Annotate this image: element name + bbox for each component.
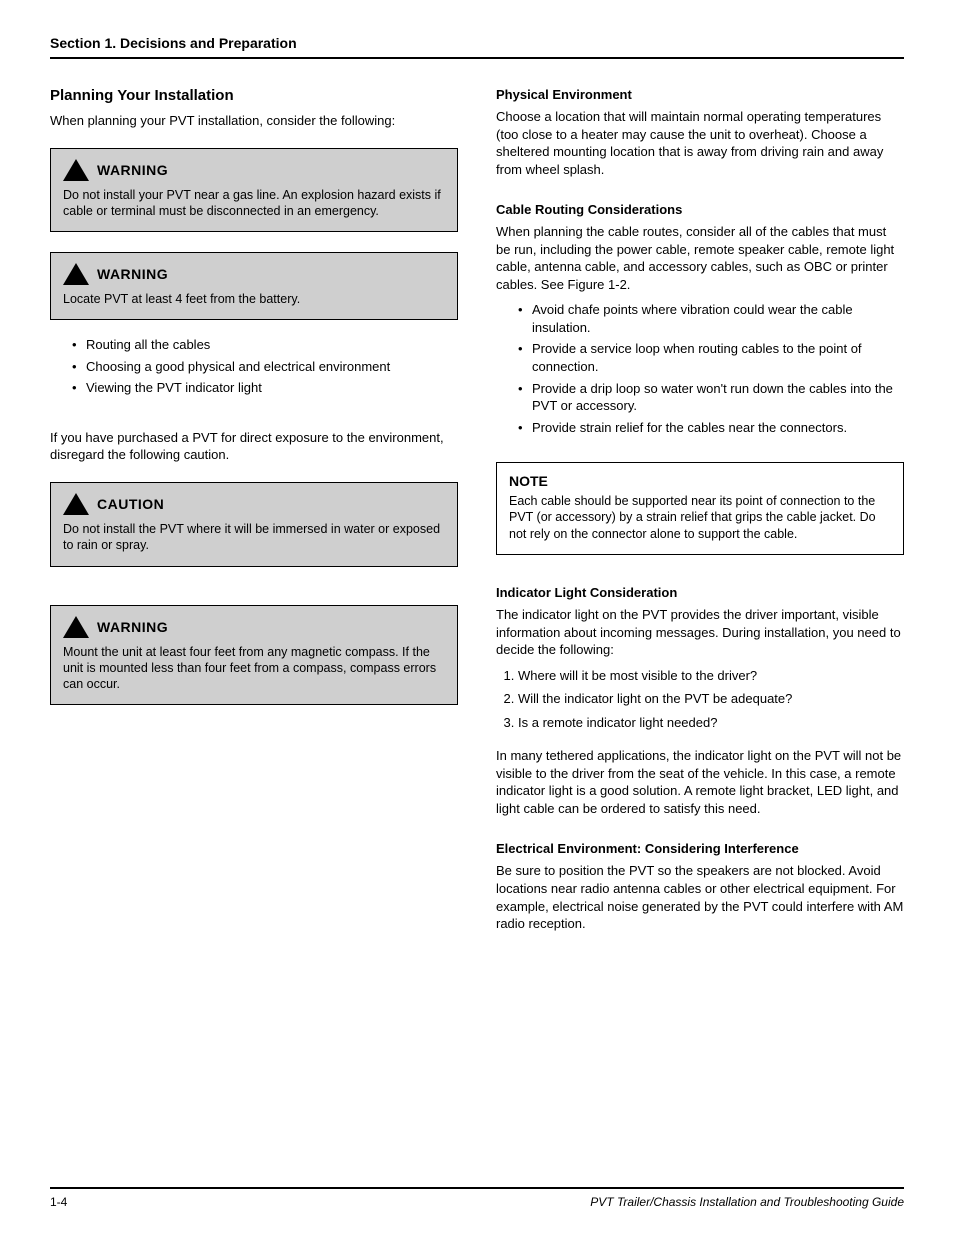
warning1-title: WARNING (97, 162, 168, 178)
warning-box-2: WARNING Locate PVT at least 4 feet from … (50, 252, 458, 320)
caution1-title: CAUTION (97, 496, 164, 512)
warning-icon (63, 159, 89, 181)
warning-box-3: WARNING Mount the unit at least four fee… (50, 605, 458, 706)
cable-bullet-1: Avoid chafe points where vibration could… (518, 301, 904, 336)
warning-icon (63, 616, 89, 638)
warning1-body: Do not install your PVT near a gas line.… (63, 187, 445, 220)
note-body: Each cable should be supported near its … (509, 493, 891, 542)
warning2-title: WARNING (97, 266, 168, 282)
warning2-body: Locate PVT at least 4 feet from the batt… (63, 291, 445, 307)
indicator-body2: In many tethered applications, the indic… (496, 747, 904, 817)
planning-factors: Routing all the cables Choosing a good p… (72, 336, 458, 401)
apply-type-note: If you have purchased a PVT for direct e… (50, 429, 458, 464)
page-footer: 1-4 PVT Trailer/Chassis Installation and… (50, 1187, 904, 1209)
cable-bullet-2: Provide a service loop when routing cabl… (518, 340, 904, 375)
header-rule (50, 57, 904, 59)
physical-env-body: Choose a location that will maintain nor… (496, 108, 904, 178)
page-title: Section 1. Decisions and Preparation (50, 35, 904, 51)
indicator-item-1: Where will it be most visible to the dri… (518, 667, 904, 685)
footer-doc-title: PVT Trailer/Chassis Installation and Tro… (590, 1195, 904, 1209)
warning-icon (63, 263, 89, 285)
caution-box-1: CAUTION Do not install the PVT where it … (50, 482, 458, 567)
note-title: NOTE (509, 473, 891, 489)
factor-2: Choosing a good physical and electrical … (72, 358, 458, 376)
indicator-list: Where will it be most visible to the dri… (518, 667, 904, 738)
indicator-body1: The indicator light on the PVT provides … (496, 606, 904, 659)
footer-rule (50, 1187, 904, 1189)
warning3-body: Mount the unit at least four feet from a… (63, 644, 445, 693)
caution-icon (63, 493, 89, 515)
factor-1: Routing all the cables (72, 336, 458, 354)
left-column: Planning Your Installation When planning… (50, 87, 458, 941)
cable-routing-heading: Cable Routing Considerations (496, 202, 904, 217)
content-columns: Planning Your Installation When planning… (50, 87, 904, 941)
electrical-body: Be sure to position the PVT so the speak… (496, 862, 904, 932)
page-number: 1-4 (50, 1195, 67, 1209)
cable-routing-body: When planning the cable routes, consider… (496, 223, 904, 293)
note-box: NOTE Each cable should be supported near… (496, 462, 904, 555)
caution1-body: Do not install the PVT where it will be … (63, 521, 445, 554)
electrical-heading: Electrical Environment: Considering Inte… (496, 841, 904, 856)
cable-bullet-4: Provide strain relief for the cables nea… (518, 419, 904, 437)
physical-env-heading: Physical Environment (496, 87, 904, 102)
indicator-heading: Indicator Light Consideration (496, 585, 904, 600)
indicator-item-2: Will the indicator light on the PVT be a… (518, 690, 904, 708)
right-column: Physical Environment Choose a location t… (496, 87, 904, 941)
warning3-title: WARNING (97, 619, 168, 635)
cable-bullets: Avoid chafe points where vibration could… (518, 301, 904, 440)
warning-box-1: WARNING Do not install your PVT near a g… (50, 148, 458, 233)
indicator-item-3: Is a remote indicator light needed? (518, 714, 904, 732)
cable-bullet-3: Provide a drip loop so water won't run d… (518, 380, 904, 415)
planning-intro: When planning your PVT installation, con… (50, 112, 458, 130)
planning-heading: Planning Your Installation (50, 87, 458, 104)
factor-3: Viewing the PVT indicator light (72, 379, 458, 397)
